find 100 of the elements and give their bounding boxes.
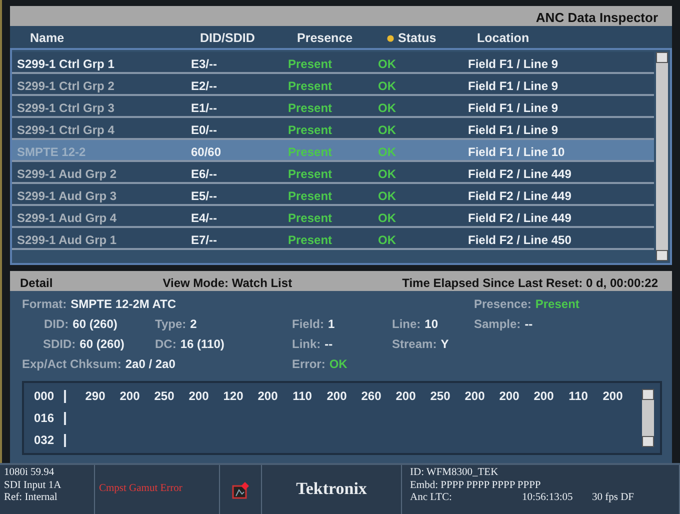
alert-icon[interactable] (232, 480, 250, 498)
field-value: 1 (328, 317, 335, 331)
alarm-text: Cmpst Gamut Error (99, 483, 182, 496)
field-label: Error: (292, 357, 326, 371)
status-cell-text: OK (378, 78, 397, 95)
offset-label: 032 (34, 432, 56, 449)
table-row[interactable]: S299-1 Aud Grp 4 E4/-- Present OK Field F2 / Line 449 (12, 206, 654, 228)
name-cell-text: SMPTE 12-2 (17, 144, 87, 161)
data-word: 200 (498, 388, 520, 405)
status-cell-text: OK (378, 144, 397, 161)
location-cell-text: Field F2 / Line 450 (468, 232, 572, 249)
column-header[interactable]: DID/SDID (200, 29, 255, 48)
field-value: 60 (260) (72, 317, 118, 331)
ltc-time: 10:56:13:05 (522, 492, 574, 504)
did-sdid-cell-text: E5/-- (191, 188, 218, 205)
field-label: Presence: (474, 297, 532, 311)
presence-cell-text: Present (288, 166, 334, 183)
field-label: Link: (292, 337, 321, 351)
name-cell-text: S299-1 Aud Grp 1 (17, 232, 118, 249)
table-row[interactable]: S299-1 Aud Grp 1 E7/-- Present OK Field F2 / Line 450 (12, 228, 654, 250)
column-header[interactable]: Presence (297, 29, 353, 48)
field-label: Type: (155, 317, 186, 331)
input-info-text: Ref: Internal (4, 492, 58, 504)
data-word: 200 (326, 388, 348, 405)
did-sdid-cell-text: E7/-- (191, 232, 218, 249)
location-cell-text: Field F1 / Line 9 (468, 122, 560, 139)
did-sdid-cell-text: E2/-- (191, 78, 218, 95)
presence-cell-text: Present (288, 144, 334, 161)
data-word: 200 (188, 388, 210, 405)
device-info-text: ID: WFM8300_TEK (410, 467, 500, 480)
location-cell-text: Field F1 / Line 9 (468, 78, 560, 95)
field-label: Format: (22, 297, 67, 311)
field-value: -- (524, 317, 533, 331)
brand-logo: Tektronix (296, 483, 367, 496)
presence-cell-text: Present (288, 188, 334, 205)
location-cell-text: Field F2 / Line 449 (468, 188, 572, 205)
separator-bar (64, 390, 66, 402)
field-value: 10 (424, 317, 438, 331)
data-word: 250 (429, 388, 452, 405)
field-label: Sample: (474, 317, 521, 331)
name-cell-text: S299-1 Aud Grp 4 (17, 210, 118, 227)
data-word: 110 (292, 388, 313, 405)
did-sdid-cell-text: E3/-- (191, 56, 218, 73)
field-value: SMPTE 12-2M ATC (70, 297, 176, 311)
name-cell-text: S299-1 Ctrl Grp 1 (17, 56, 116, 73)
table-row[interactable]: S299-1 Ctrl Grp 2 E2/-- Present OK Field F1 / Line 9 (12, 74, 654, 96)
field-value: Y (440, 337, 449, 351)
column-header[interactable]: Status (398, 29, 436, 48)
data-word: 200 (394, 388, 417, 405)
data-word: 200 (532, 388, 555, 405)
table-row[interactable]: SMPTE 12-2 60/60 Present OK Field F1 / Line 10 (12, 140, 654, 162)
presence-cell-text: Present (288, 100, 334, 117)
device-info-text: Embd: PPPP PPPP PPPP PPPP (410, 480, 542, 492)
separator-bar (64, 412, 66, 424)
field-value: 2a0 / 2a0 (125, 357, 176, 371)
presence-cell-text: Present (288, 56, 334, 73)
column-header[interactable]: Location (477, 29, 530, 48)
field-label: SDID: (43, 337, 76, 351)
field-label: Stream: (392, 337, 437, 351)
data-word: 290 (84, 388, 106, 405)
location-cell-text: Field F2 / Line 449 (468, 210, 572, 227)
data-word: 120 (222, 388, 244, 405)
scrollbar[interactable] (642, 389, 654, 447)
status-cell-text: OK (378, 56, 397, 73)
view-mode-label: View Mode: Watch List (162, 275, 292, 289)
name-cell-text: S299-1 Ctrl Grp 2 (17, 78, 116, 95)
field-label: Exp/Act Chksum: (22, 357, 122, 371)
name-cell-text: S299-1 Aud Grp 3 (17, 188, 118, 205)
location-cell-text: Field F1 / Line 9 (468, 100, 560, 117)
field-label: Line: (392, 317, 421, 331)
table-row[interactable]: S299-1 Ctrl Grp 4 E0/-- Present OK Field F1 / Line 9 (12, 118, 654, 140)
status-cell-text: OK (378, 122, 397, 139)
field-value: 60 (260) (80, 337, 124, 351)
field-value: 16 (110) (180, 337, 224, 351)
data-word: 200 (602, 388, 624, 405)
did-sdid-cell-text: E6/-- (191, 166, 218, 183)
presence-cell-text: Present (288, 232, 334, 249)
table-row[interactable]: S299-1 Aud Grp 3 E5/-- Present OK Field F2 / Line 449 (12, 184, 654, 206)
offset-label: 000 (34, 388, 56, 405)
table-row[interactable]: S299-1 Ctrl Grp 1 E3/-- Present OK Field F1 / Line 9 (12, 52, 654, 74)
scrollbar[interactable] (656, 52, 668, 261)
data-word: 200 (256, 388, 279, 405)
did-sdid-cell-text: E1/-- (191, 100, 218, 117)
data-word: 110 (568, 388, 589, 405)
separator-bar (64, 434, 66, 446)
table-row[interactable]: S299-1 Aud Grp 2 E6/-- Present OK Field F2 / Line 449 (12, 162, 654, 184)
presence-cell-text: Present (288, 210, 334, 227)
column-header[interactable]: Name (30, 29, 64, 48)
table-row[interactable]: S299-1 Ctrl Grp 3 E1/-- Present OK Field F1 / Line 9 (12, 96, 654, 118)
field-value: OK (329, 357, 348, 371)
location-cell-text: Field F2 / Line 449 (468, 166, 572, 183)
window-title: ANC Data Inspector (10, 6, 672, 26)
elapsed-time-label: Time Elapsed Since Last Reset: 0 d, 00:00:22 (402, 275, 658, 289)
status-cell-text: OK (378, 166, 397, 183)
status-cell-text: OK (378, 100, 397, 117)
data-word: 200 (118, 388, 141, 405)
data-word: 250 (153, 388, 176, 405)
name-cell-text: S299-1 Ctrl Grp 4 (17, 122, 116, 139)
frame-rate-text: 30 fps DF (592, 492, 634, 504)
status-cell-text: OK (378, 188, 397, 205)
